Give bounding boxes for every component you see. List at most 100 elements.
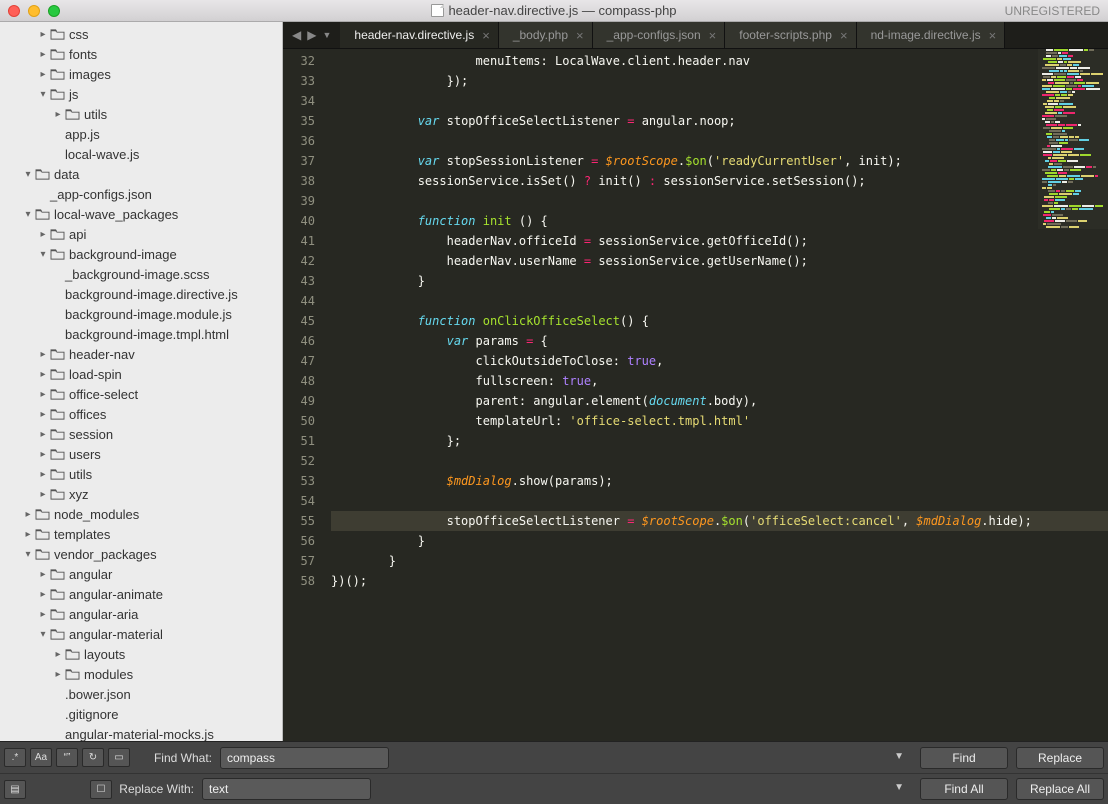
replace-input[interactable]	[202, 778, 371, 800]
folder-item[interactable]: ▾local-wave_packages	[0, 204, 282, 224]
minimize-window-button[interactable]	[28, 5, 40, 17]
folder-item[interactable]: ▾js	[0, 84, 282, 104]
code-line[interactable]	[331, 491, 1108, 511]
code-line[interactable]: var stopSessionListener = $rootScope.$on…	[331, 151, 1108, 171]
disclosure-icon[interactable]: ▸	[23, 529, 33, 539]
find-input[interactable]	[220, 747, 389, 769]
minimap[interactable]	[1038, 49, 1108, 229]
close-window-button[interactable]	[8, 5, 20, 17]
code-line[interactable]	[331, 131, 1108, 151]
code-line[interactable]: headerNav.officeId = sessionService.getO…	[331, 231, 1108, 251]
code-line[interactable]: });	[331, 71, 1108, 91]
folder-item[interactable]: ▸node_modules	[0, 504, 282, 524]
folder-item[interactable]: ▸fonts	[0, 44, 282, 64]
disclosure-icon[interactable]: ▸	[53, 669, 63, 679]
folder-item[interactable]: ▸layouts	[0, 644, 282, 664]
tab-history-nav[interactable]: ◀ ▶ ▼	[283, 22, 340, 48]
disclosure-icon[interactable]: ▸	[38, 369, 48, 379]
disclosure-icon[interactable]: ▸	[38, 469, 48, 479]
disclosure-icon[interactable]: ▾	[38, 629, 48, 639]
folder-item[interactable]: ▾data	[0, 164, 282, 184]
code-line[interactable]: fullscreen: true,	[331, 371, 1108, 391]
code-line[interactable]: menuItems: LocalWave.client.header.nav	[331, 51, 1108, 71]
forward-icon[interactable]: ▶	[307, 28, 316, 42]
file-item[interactable]: ▸background-image.tmpl.html	[0, 324, 282, 344]
disclosure-icon[interactable]: ▾	[23, 209, 33, 219]
close-tab-icon[interactable]: ×	[482, 28, 490, 43]
code-line[interactable]: clickOutsideToClose: true,	[331, 351, 1108, 371]
folder-item[interactable]: ▸load-spin	[0, 364, 282, 384]
folder-item[interactable]: ▸utils	[0, 104, 282, 124]
code-line[interactable]: };	[331, 431, 1108, 451]
code-line[interactable]: stopOfficeSelectListener = $rootScope.$o…	[331, 511, 1108, 531]
replace-all-button[interactable]: Replace All	[1016, 778, 1104, 800]
code-line[interactable]: }	[331, 271, 1108, 291]
code-line[interactable]: templateUrl: 'office-select.tmpl.html'	[331, 411, 1108, 431]
file-item[interactable]: ▸.gitignore	[0, 704, 282, 724]
highlight-matches-toggle[interactable]: ▤	[4, 780, 26, 799]
code-line[interactable]	[331, 191, 1108, 211]
chevron-down-icon[interactable]: ▼	[894, 782, 904, 793]
preserve-case-toggle[interactable]: ☐	[90, 780, 112, 799]
in-selection-toggle[interactable]: ▭	[108, 748, 130, 767]
code-line[interactable]: $mdDialog.show(params);	[331, 471, 1108, 491]
disclosure-icon[interactable]: ▸	[38, 429, 48, 439]
code-line[interactable]	[331, 291, 1108, 311]
editor-tab[interactable]: _app-configs.json×	[593, 22, 726, 48]
code-line[interactable]	[331, 451, 1108, 471]
disclosure-icon[interactable]: ▸	[53, 649, 63, 659]
disclosure-icon[interactable]: ▾	[38, 89, 48, 99]
dropdown-icon[interactable]: ▼	[322, 30, 331, 40]
disclosure-icon[interactable]: ▸	[38, 29, 48, 39]
wrap-toggle[interactable]: ↻	[82, 748, 104, 767]
disclosure-icon[interactable]: ▸	[38, 589, 48, 599]
disclosure-icon[interactable]: ▸	[38, 349, 48, 359]
folder-item[interactable]: ▸offices	[0, 404, 282, 424]
folder-item[interactable]: ▾vendor_packages	[0, 544, 282, 564]
code-line[interactable]: function init () {	[331, 211, 1108, 231]
code-line[interactable]: headerNav.userName = sessionService.getU…	[331, 251, 1108, 271]
folder-item[interactable]: ▸modules	[0, 664, 282, 684]
replace-button[interactable]: Replace	[1016, 747, 1104, 769]
disclosure-icon[interactable]: ▾	[38, 249, 48, 259]
folder-item[interactable]: ▸office-select	[0, 384, 282, 404]
folder-item[interactable]: ▸templates	[0, 524, 282, 544]
disclosure-icon[interactable]: ▸	[38, 229, 48, 239]
folder-item[interactable]: ▸angular-aria	[0, 604, 282, 624]
close-tab-icon[interactable]: ×	[709, 28, 717, 43]
disclosure-icon[interactable]: ▸	[53, 109, 63, 119]
disclosure-icon[interactable]: ▸	[38, 609, 48, 619]
folder-item[interactable]: ▾background-image	[0, 244, 282, 264]
code-editor[interactable]: 3233343536373839404142434445464748495051…	[283, 49, 1108, 741]
disclosure-icon[interactable]: ▾	[23, 549, 33, 559]
folder-item[interactable]: ▸xyz	[0, 484, 282, 504]
folder-item[interactable]: ▸images	[0, 64, 282, 84]
regex-toggle[interactable]: .*	[4, 748, 26, 767]
close-tab-icon[interactable]: ×	[576, 28, 584, 43]
folder-item[interactable]: ▸api	[0, 224, 282, 244]
disclosure-icon[interactable]: ▸	[38, 69, 48, 79]
editor-tab[interactable]: header-nav.directive.js×	[340, 22, 498, 48]
disclosure-icon[interactable]: ▾	[23, 169, 33, 179]
file-item[interactable]: ▸.bower.json	[0, 684, 282, 704]
disclosure-icon[interactable]: ▸	[38, 449, 48, 459]
code-line[interactable]: var params = {	[331, 331, 1108, 351]
folder-item[interactable]: ▸header-nav	[0, 344, 282, 364]
code-line[interactable]: parent: angular.element(document.body),	[331, 391, 1108, 411]
close-tab-icon[interactable]: ×	[989, 28, 997, 43]
disclosure-icon[interactable]: ▸	[38, 389, 48, 399]
folder-item[interactable]: ▸css	[0, 24, 282, 44]
code-line[interactable]: function onClickOfficeSelect() {	[331, 311, 1108, 331]
disclosure-icon[interactable]: ▸	[38, 49, 48, 59]
folder-item[interactable]: ▸angular-animate	[0, 584, 282, 604]
file-item[interactable]: ▸angular-material-mocks.js	[0, 724, 282, 741]
file-item[interactable]: ▸app.js	[0, 124, 282, 144]
code-line[interactable]: sessionService.isSet() ? init() : sessio…	[331, 171, 1108, 191]
file-item[interactable]: ▸background-image.module.js	[0, 304, 282, 324]
code-line[interactable]: var stopOfficeSelectListener = angular.n…	[331, 111, 1108, 131]
editor-tab[interactable]: footer-scripts.php×	[725, 22, 856, 48]
find-button[interactable]: Find	[920, 747, 1008, 769]
file-tree-sidebar[interactable]: ▸css▸fonts▸images▾js▸utils▸app.js▸local-…	[0, 22, 283, 741]
code-line[interactable]: })();	[331, 571, 1108, 591]
folder-item[interactable]: ▸users	[0, 444, 282, 464]
